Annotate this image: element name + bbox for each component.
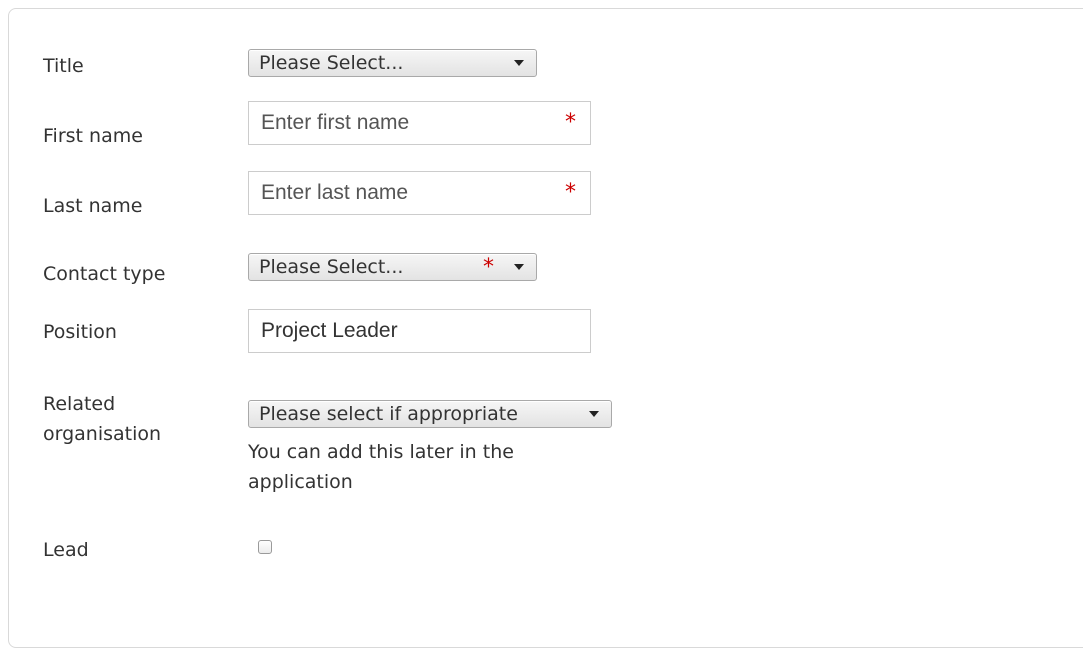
contact-type-label: Contact type xyxy=(43,263,166,285)
title-label: Title xyxy=(43,55,84,77)
related-organisation-select-value: Please select if appropriate xyxy=(259,403,518,425)
contact-type-select[interactable]: Please Select... * xyxy=(248,253,537,281)
title-select[interactable]: Please Select... xyxy=(248,49,537,77)
position-field-wrapper xyxy=(248,309,591,353)
last-name-label: Last name xyxy=(43,195,143,217)
first-name-field-wrapper: * xyxy=(248,101,591,145)
last-name-input[interactable] xyxy=(249,172,539,214)
position-label: Position xyxy=(43,321,117,343)
first-name-input[interactable] xyxy=(249,102,539,144)
title-select-value: Please Select... xyxy=(259,52,404,74)
required-asterisk-icon: * xyxy=(565,180,576,205)
last-name-field-wrapper: * xyxy=(248,171,591,215)
related-organisation-select[interactable]: Please select if appropriate xyxy=(248,400,612,428)
lead-checkbox[interactable] xyxy=(258,540,272,554)
required-asterisk-icon: * xyxy=(483,255,494,280)
required-asterisk-icon: * xyxy=(565,110,576,135)
chevron-down-icon xyxy=(514,60,524,66)
chevron-down-icon xyxy=(589,411,599,417)
first-name-label: First name xyxy=(43,125,143,147)
position-input[interactable] xyxy=(249,310,539,352)
related-organisation-label: Related organisation xyxy=(43,393,162,445)
contact-form-panel: Title Please Select... First name * Last… xyxy=(8,8,1083,648)
lead-label: Lead xyxy=(43,539,89,561)
related-organisation-help-text: You can add this later in the applicatio… xyxy=(248,441,514,493)
contact-type-select-value: Please Select... xyxy=(259,256,404,278)
chevron-down-icon xyxy=(514,264,524,270)
